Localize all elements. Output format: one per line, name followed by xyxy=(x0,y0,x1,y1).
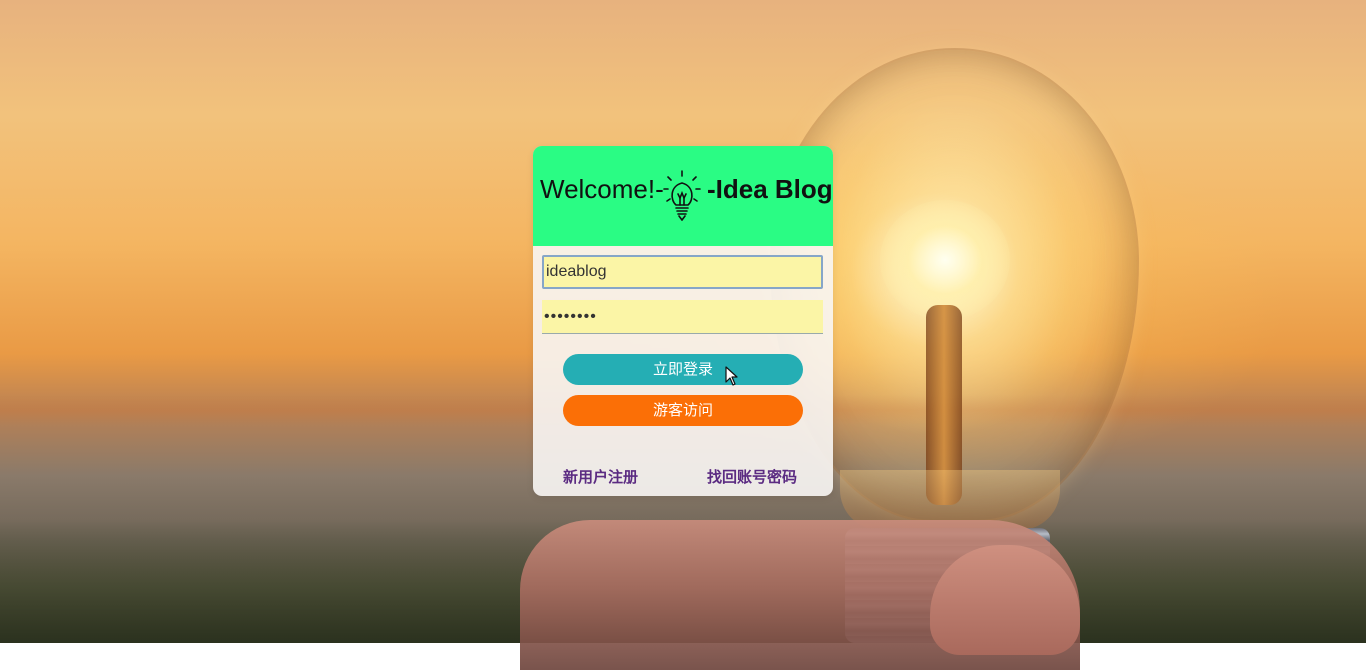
username-input[interactable]: ideablog xyxy=(542,255,823,289)
brand-title: -Idea Blog xyxy=(707,174,833,204)
register-link[interactable]: 新用户注册 xyxy=(563,466,638,487)
background-bulb-glow xyxy=(880,200,1010,320)
lightbulb-icon xyxy=(663,170,701,221)
guest-access-button[interactable]: 游客访问 xyxy=(563,395,803,426)
recover-account-link[interactable]: 找回账号密码 xyxy=(707,466,797,487)
login-card: Welcome!- -Idea Blog ideablog •••••••• 立… xyxy=(533,146,833,496)
welcome-text: Welcome!- xyxy=(540,174,664,204)
login-header: Welcome!- -Idea Blog xyxy=(533,146,833,246)
login-button[interactable]: 立即登录 xyxy=(563,354,803,385)
mouse-cursor-icon xyxy=(725,366,738,386)
password-input[interactable]: •••••••• xyxy=(542,300,823,334)
